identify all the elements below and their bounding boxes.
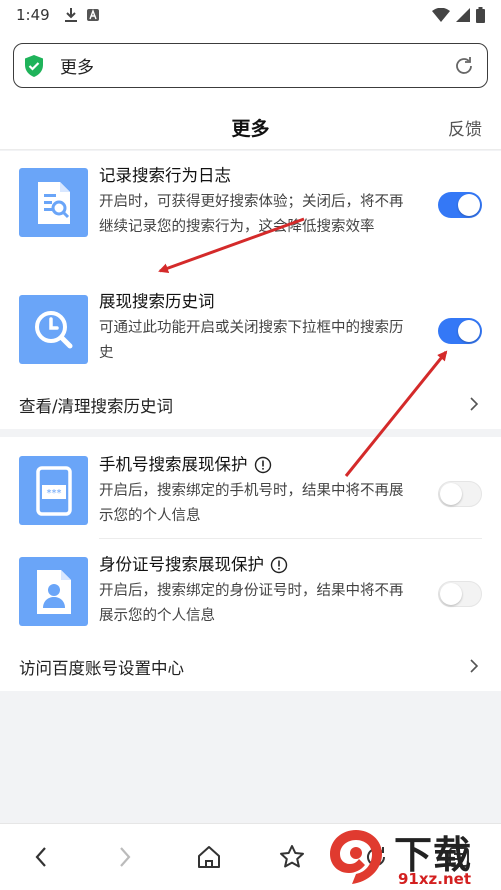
star-icon: [280, 845, 304, 868]
setting-title: 身份证号搜索展现保护: [99, 554, 409, 576]
forward-button[interactable]: [110, 842, 140, 872]
setting-title: 记录搜索行为日志: [99, 166, 231, 185]
search-history-section: 记录搜索行为日志 开启时，可获得更好搜索体验；关闭后，将不再继续记录您的搜索行为…: [0, 151, 501, 429]
feedback-button[interactable]: 反馈: [448, 115, 482, 140]
bookmark-button[interactable]: [277, 842, 307, 872]
back-button[interactable]: [26, 842, 56, 872]
toggle-knob: [440, 583, 462, 605]
setting-title: 手机号搜索展现保护: [99, 454, 409, 476]
address-bar[interactable]: 更多: [13, 43, 488, 88]
setting-title: 展现搜索历史词: [99, 292, 215, 311]
toggle-knob: [458, 194, 480, 216]
address-text: 更多: [60, 58, 94, 78]
link-label: 访问百度账号设置中心: [19, 659, 184, 678]
reload-icon[interactable]: [453, 55, 475, 77]
setting-description: 开启后，搜索绑定的手机号时，结果中将不再展示您的个人信息: [99, 483, 404, 524]
search-document-icon: [19, 168, 88, 237]
setting-description: 开启时，可获得更好搜索体验；关闭后，将不再继续记录您的搜索行为，这会降低搜索效率: [99, 194, 404, 235]
watermark-logo-icon: [330, 830, 382, 884]
show-history-toggle[interactable]: [438, 318, 482, 344]
info-icon[interactable]: [254, 456, 272, 474]
address-bar-container: 更多: [0, 30, 501, 102]
security-shield-icon: [25, 54, 43, 77]
chevron-right-icon: [470, 397, 479, 411]
setting-description: 可通过此功能开启或关闭搜索下拉框中的搜索历史: [99, 320, 404, 361]
watermark: 下载站 91xz.net: [326, 822, 501, 890]
watermark-domain: 91xz.net: [398, 870, 472, 888]
toggle-knob: [458, 320, 480, 342]
divider: [99, 538, 482, 539]
phone-password-icon: ***: [19, 456, 88, 525]
view-clear-history-link[interactable]: 查看/清理搜索历史词: [0, 384, 501, 424]
account-settings-link[interactable]: 访问百度账号设置中心: [0, 646, 501, 686]
toggle-knob: [440, 483, 462, 505]
privacy-section: *** 手机号搜索展现保护 开启后，搜索绑定的手机号时，结果中将不再展示您的个人…: [0, 437, 501, 691]
download-icon: [64, 8, 77, 22]
chevron-right-icon: [470, 659, 479, 673]
chevron-right-icon: [120, 847, 131, 867]
phone-protect-toggle[interactable]: [438, 481, 482, 507]
home-icon: [198, 846, 220, 868]
idcard-protect-toggle[interactable]: [438, 581, 482, 607]
chevron-left-icon: [35, 847, 46, 867]
clock-search-icon: [19, 295, 88, 364]
status-time: 1:49: [16, 6, 50, 24]
home-button[interactable]: [194, 842, 224, 872]
info-icon[interactable]: [270, 556, 288, 574]
wifi-icon: [432, 8, 450, 22]
page-title: 更多: [231, 118, 270, 140]
id-card-icon: [19, 557, 88, 626]
battery-icon: [476, 7, 485, 23]
status-bar: 1:49: [0, 0, 501, 30]
page-header: 更多 反馈: [0, 102, 501, 150]
signal-icon: [456, 8, 470, 22]
setting-description: 开启后，搜索绑定的身份证号时，结果中将不再展示您的个人信息: [99, 583, 404, 624]
record-log-toggle[interactable]: [438, 192, 482, 218]
link-label: 查看/清理搜索历史词: [19, 397, 174, 416]
svg-text:***: ***: [46, 488, 61, 499]
app-notification-icon: [86, 9, 99, 21]
